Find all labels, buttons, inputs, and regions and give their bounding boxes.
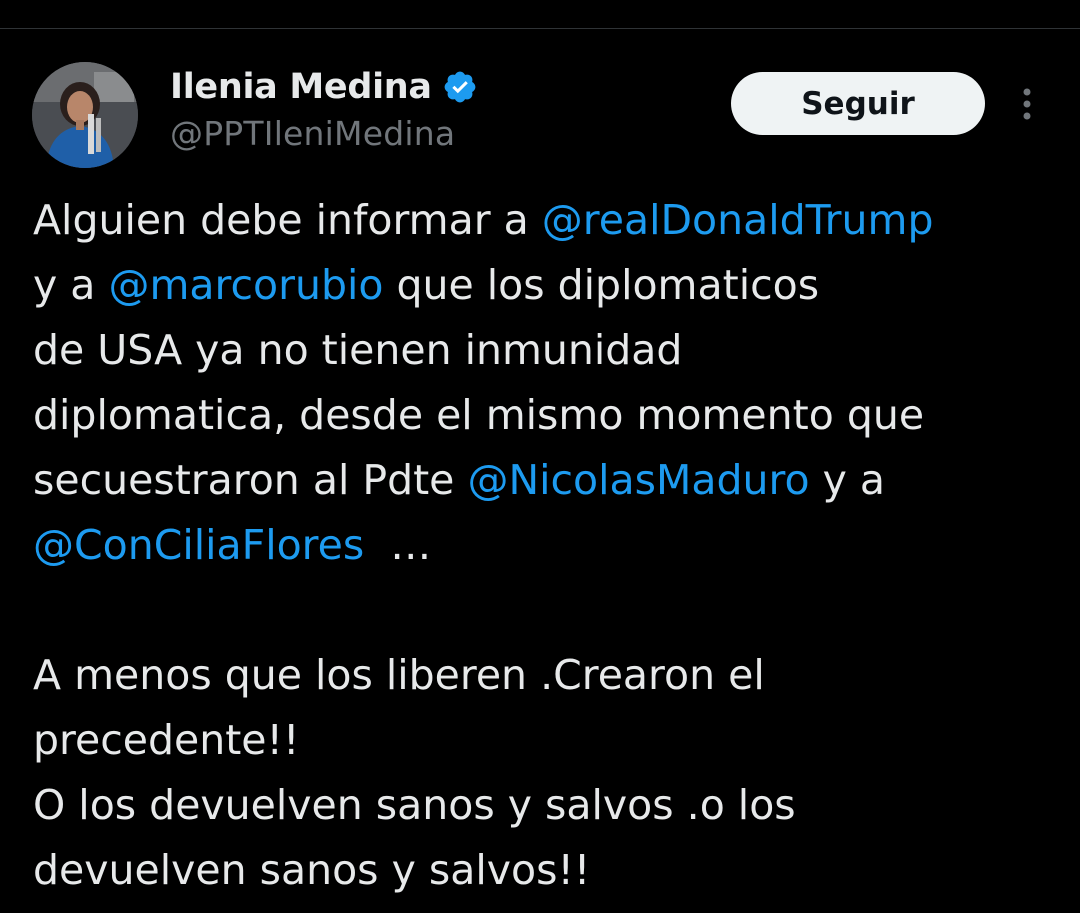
tweet-line: O los devuelven sanos y salvos .o los (33, 773, 1073, 838)
text-span: que los diplomaticos (383, 261, 820, 309)
tweet-line: precedente!! (33, 708, 1073, 773)
more-vertical-icon[interactable] (1012, 84, 1042, 124)
mention-link[interactable]: @realDonaldTrump (542, 196, 934, 244)
tweet-line: @ConCiliaFlores … (33, 513, 1073, 578)
tweet-line: secuestraron al Pdte @NicolasMaduro y a (33, 448, 1073, 513)
name-row: Ilenia Medina (170, 62, 478, 112)
text-span: devuelven sanos y salvos!! (33, 846, 591, 894)
text-span: diplomatica, desde el mismo momento que (33, 391, 925, 439)
author-block: Ilenia Medina @PPTIleniMedina (170, 62, 478, 153)
verified-badge-icon[interactable] (442, 69, 478, 105)
mention-link[interactable]: @ConCiliaFlores (33, 521, 364, 569)
tweet-line: A menos que los liberen .Crearon el (33, 643, 1073, 708)
text-span: secuestraron al Pdte (33, 456, 468, 504)
text-span: de USA ya no tienen inmunidad (33, 326, 683, 374)
text-span: y a (809, 456, 886, 504)
text-span: O los devuelven sanos y salvos .o los (33, 781, 796, 829)
top-divider (0, 28, 1080, 29)
author-name[interactable]: Ilenia Medina (170, 67, 432, 107)
text-span: precedente!! (33, 716, 300, 764)
text-span: Alguien debe informar a (33, 196, 542, 244)
tweet-line: Alguien debe informar a @realDonaldTrump (33, 188, 1073, 253)
text-span: y a (33, 261, 109, 309)
ellipsis: … (364, 521, 432, 569)
author-avatar[interactable] (32, 62, 138, 168)
tweet-line: diplomatica, desde el mismo momento que (33, 383, 1073, 448)
tweet-line: devuelven sanos y salvos!! (33, 838, 1073, 903)
follow-button[interactable]: Seguir (731, 72, 985, 135)
mention-link[interactable]: @marcorubio (108, 261, 383, 309)
author-handle[interactable]: @PPTIleniMedina (170, 114, 478, 153)
mention-link[interactable]: @NicolasMaduro (467, 456, 809, 504)
tweet-line: y a @marcorubio que los diplomaticos (33, 253, 1073, 318)
text-span: A menos que los liberen .Crearon el (33, 651, 765, 699)
tweet-line: de USA ya no tienen inmunidad (33, 318, 1073, 383)
tweet-text: Alguien debe informar a @realDonaldTrump… (33, 188, 1073, 903)
